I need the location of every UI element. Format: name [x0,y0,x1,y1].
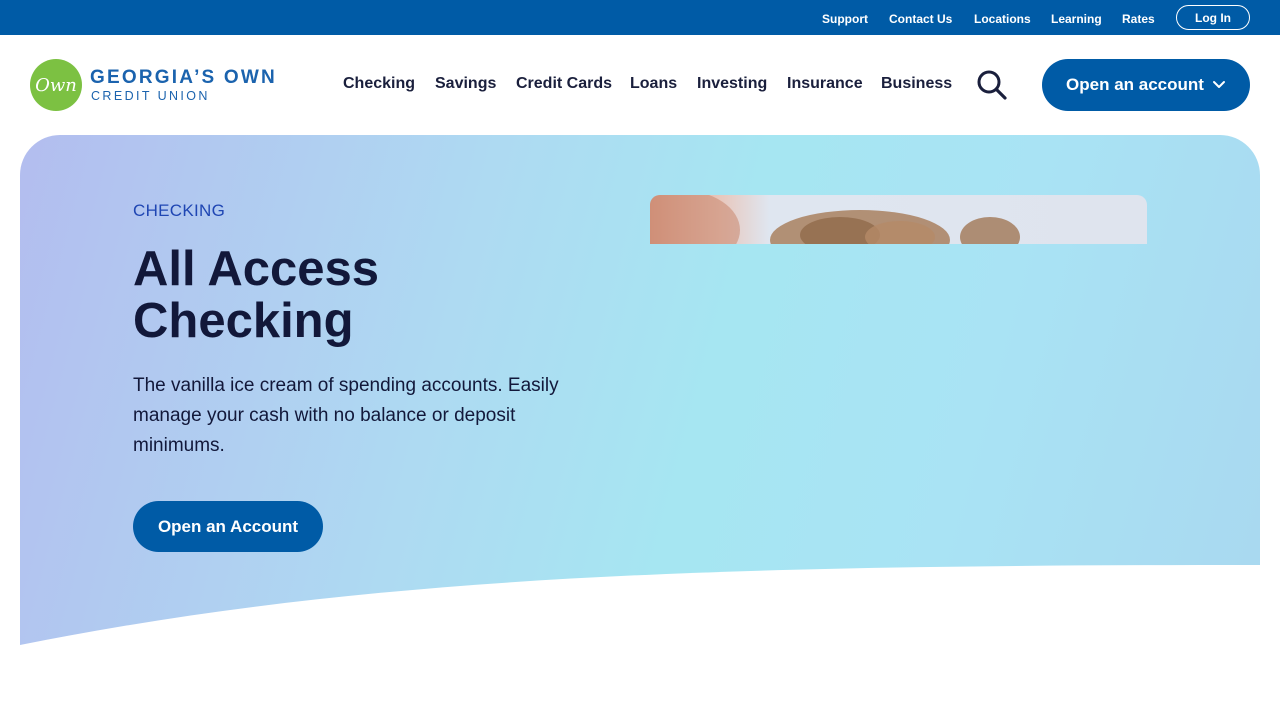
contact-us-link[interactable]: Contact Us [889,12,952,26]
nav-item-loans[interactable]: Loans [630,75,677,93]
locations-link[interactable]: Locations [974,12,1031,26]
chevron-down-icon [1212,81,1225,88]
nav-item-insurance[interactable]: Insurance [787,75,863,93]
main-header: Own GEORGIA’S OWN CREDIT UNION Checking … [0,35,1280,135]
open-account-label: Open an account [1066,75,1204,94]
logo-name-line1: GEORGIA’S OWN [90,67,277,88]
login-button[interactable]: Log In [1176,5,1250,30]
nav-item-credit-cards[interactable]: Credit Cards [516,75,612,93]
utility-bar: Support Contact Us Locations Learning Ra… [0,0,1280,35]
search-icon [977,70,1007,100]
logo[interactable]: Own GEORGIA’S OWN CREDIT UNION [30,58,275,112]
nav-item-investing[interactable]: Investing [697,75,767,93]
hero-section: CHECKING All Access Checking The vanilla… [20,135,1260,645]
logo-mark: Own [30,59,82,111]
nav-item-business[interactable]: Business [881,75,952,93]
nav-item-checking[interactable]: Checking [343,75,415,93]
search-button[interactable] [974,69,1010,101]
nav-item-savings[interactable]: Savings [435,75,496,93]
hero-wave-divider [20,565,1260,645]
learning-link[interactable]: Learning [1051,12,1102,26]
logo-name-line2: CREDIT UNION [91,89,210,103]
open-account-dropdown-button[interactable]: Open an account [1042,59,1250,111]
rates-link[interactable]: Rates [1122,12,1155,26]
support-link[interactable]: Support [822,12,868,26]
